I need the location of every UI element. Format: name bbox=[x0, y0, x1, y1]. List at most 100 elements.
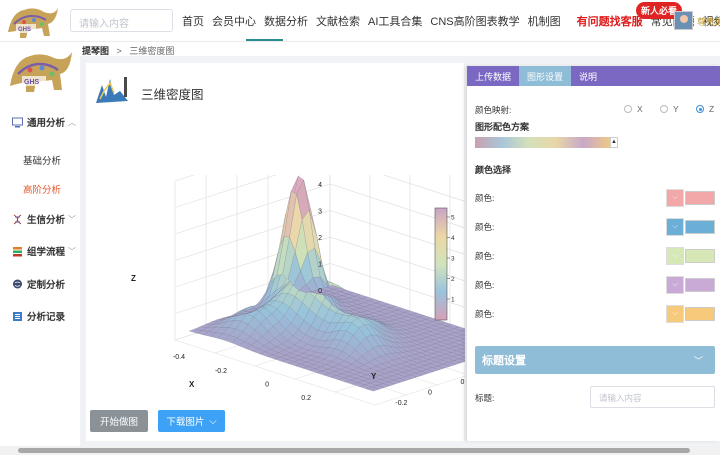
chevron-down-icon: ﹀ bbox=[693, 355, 703, 366]
axis-radio-x-label[interactable]: X bbox=[637, 104, 643, 114]
y-tick-label: 0 bbox=[428, 390, 432, 397]
nav-customer-service[interactable]: 有问题找客服 bbox=[573, 13, 647, 29]
z-tick-label: 4 bbox=[318, 182, 322, 189]
sidebar-item-general-analysis[interactable]: 通用分析 ︿ bbox=[0, 110, 80, 134]
sidebar-item-analysis-records[interactable]: 分析记录 bbox=[0, 304, 80, 328]
color-swatch[interactable] bbox=[685, 307, 715, 321]
sidebar-item-label: 分析记录 bbox=[27, 312, 66, 323]
user-name[interactable]: 尊贵的 bbox=[697, 15, 720, 28]
colorbar bbox=[434, 207, 448, 321]
sidebar-sub-advanced-analysis[interactable]: 高阶分析 bbox=[23, 182, 61, 196]
colorbar-tick-label: 4 bbox=[451, 235, 455, 242]
layers-icon bbox=[13, 246, 22, 256]
color-swatch[interactable] bbox=[685, 191, 715, 205]
color-picker-button[interactable]: ⌵ bbox=[666, 276, 684, 294]
sidebar-item-custom-analysis[interactable]: 定制分析 bbox=[0, 272, 80, 296]
breadcrumb-separator: > bbox=[116, 46, 122, 56]
chevron-up-icon: ︿ bbox=[68, 117, 77, 127]
sidebar-sub-basic-analysis[interactable]: 基础分析 bbox=[23, 153, 61, 167]
x-tick-label: 0 bbox=[265, 382, 269, 389]
records-icon bbox=[13, 311, 22, 321]
sidebar-item-label: 定制分析 bbox=[27, 280, 66, 291]
chevron-down-icon: ﹀ bbox=[68, 214, 77, 224]
axis-radio-y-label[interactable]: Y bbox=[673, 104, 679, 114]
search-input[interactable]: 请输入内容 bbox=[70, 9, 173, 32]
color-picker-button[interactable]: ⌵ bbox=[666, 305, 684, 323]
settings-panel: 上传数据 图形设置 说明 颜色映射: X Y Z 图形配色方案 ▲ 颜色选择 颜… bbox=[466, 66, 720, 441]
download-button-label: 下载图片 bbox=[166, 417, 205, 428]
sidebar-item-label: 通用分析 bbox=[27, 118, 66, 129]
nav-member-center[interactable]: 会员中心 bbox=[208, 13, 260, 29]
brain-icon bbox=[13, 279, 22, 288]
sidebar-item-bioinformatics[interactable]: 生信分析 ﹀ bbox=[0, 207, 80, 231]
title-settings-section[interactable]: 标题设置 ﹀ bbox=[475, 346, 715, 374]
sidebar-item-omics-pipeline[interactable]: 组学流程 ﹀ bbox=[0, 239, 80, 263]
color-row-label: 颜色: bbox=[475, 222, 495, 232]
horizontal-scrollbar[interactable] bbox=[0, 446, 720, 455]
density-3d-plot: 6543210Z-0.4-0.200.20.4X-0.200.20.40.6Y5… bbox=[131, 175, 466, 407]
sidebar: GHS 通用分析 ︿ 基础分析 高阶分析 生信分析 ﹀ 组学流程 ﹀ 定制分析 … bbox=[0, 42, 80, 455]
top-header: GHS 请输入内容 首页 会员中心 数据分析 文献检索 AI工具合集 CNS高阶… bbox=[0, 0, 720, 42]
colorbar-tick-label: 3 bbox=[451, 256, 455, 263]
x-tick-label: -0.2 bbox=[215, 368, 227, 375]
axis-radio-z-label[interactable]: Z bbox=[709, 104, 714, 114]
color-select-label: 颜色选择 bbox=[475, 165, 512, 175]
start-plot-button[interactable]: 开始做图 bbox=[90, 410, 148, 432]
color-picker-button[interactable]: ⌵ bbox=[666, 189, 684, 207]
axis-radio-z[interactable] bbox=[696, 105, 704, 113]
nav-literature-search[interactable]: 文献检索 bbox=[312, 13, 364, 29]
dna-icon bbox=[13, 214, 22, 224]
brand-logo[interactable]: GHS bbox=[4, 2, 62, 42]
tab-description[interactable]: 说明 bbox=[571, 66, 605, 86]
color-picker-button[interactable]: ⌵ bbox=[666, 218, 684, 236]
color-row-label: 颜色: bbox=[475, 309, 495, 319]
colorbar-tick-label: 1 bbox=[451, 297, 455, 304]
nav-data-analysis[interactable]: 数据分析 bbox=[260, 13, 312, 29]
tab-graph-settings[interactable]: 图形设置 bbox=[519, 66, 572, 86]
scrollbar-thumb[interactable] bbox=[18, 448, 690, 453]
page-title: 三维密度图 bbox=[141, 88, 204, 102]
colorbar-tick-label: 5 bbox=[451, 215, 455, 222]
z-tick-label: 3 bbox=[318, 209, 322, 216]
color-scheme-select[interactable] bbox=[475, 137, 610, 148]
active-nav-indicator bbox=[246, 39, 283, 41]
color-swatch[interactable] bbox=[685, 249, 715, 263]
nav-ai-tools[interactable]: AI工具合集 bbox=[364, 13, 426, 29]
breadcrumb-parent[interactable]: 提琴图 bbox=[82, 46, 109, 56]
color-scheme-label: 图形配色方案 bbox=[475, 122, 530, 132]
panel-tabs: 上传数据 图形设置 说明 bbox=[467, 66, 720, 86]
chevron-down-icon: ⌵ bbox=[209, 415, 217, 427]
x-tick-label: -0.4 bbox=[173, 354, 185, 361]
color-swatch[interactable] bbox=[685, 220, 715, 234]
svg-text:GHS: GHS bbox=[18, 27, 31, 33]
x-axis-label: X bbox=[189, 380, 195, 389]
x-tick-label: 0.2 bbox=[301, 395, 311, 402]
color-row-label: 颜色: bbox=[475, 280, 495, 290]
app-window: GHS 请输入内容 首页 会员中心 数据分析 文献检索 AI工具合集 CNS高阶… bbox=[0, 0, 720, 455]
chart-thumbnail bbox=[96, 77, 128, 103]
monitor-icon bbox=[12, 117, 23, 127]
title-field-label: 标题: bbox=[475, 393, 495, 403]
nav-home[interactable]: 首页 bbox=[178, 13, 208, 29]
z-tick-label: 2 bbox=[318, 235, 322, 242]
color-row-label: 颜色: bbox=[475, 193, 495, 203]
sidebar-item-label: 生信分析 bbox=[27, 215, 66, 226]
colorbar-tick-label: 2 bbox=[451, 276, 455, 283]
breadcrumb-current: 三维密度图 bbox=[129, 46, 175, 56]
nav-mechanism-diagram[interactable]: 机制图 bbox=[524, 13, 565, 29]
chevron-down-icon: ﹀ bbox=[68, 246, 77, 256]
tab-upload-data[interactable]: 上传数据 bbox=[467, 66, 519, 86]
breadcrumb: 提琴图 > 三维密度图 bbox=[80, 42, 720, 56]
download-image-button[interactable]: 下载图片 ⌵ bbox=[158, 410, 225, 432]
user-avatar[interactable] bbox=[674, 11, 693, 30]
y-axis-label: Y bbox=[371, 372, 377, 381]
svg-text:GHS: GHS bbox=[24, 79, 40, 86]
title-input[interactable]: 请输入内容 bbox=[590, 386, 715, 408]
axis-radio-x[interactable] bbox=[624, 105, 632, 113]
axis-radio-y[interactable] bbox=[660, 105, 668, 113]
caret-down-icon[interactable]: ▲ bbox=[610, 137, 618, 148]
y-tick-label: 0.2 bbox=[461, 379, 466, 386]
color-picker-button[interactable]: ⌵ bbox=[666, 247, 684, 265]
nav-cns-charts[interactable]: CNS高阶图表教学 bbox=[426, 13, 523, 29]
color-swatch[interactable] bbox=[685, 278, 715, 292]
